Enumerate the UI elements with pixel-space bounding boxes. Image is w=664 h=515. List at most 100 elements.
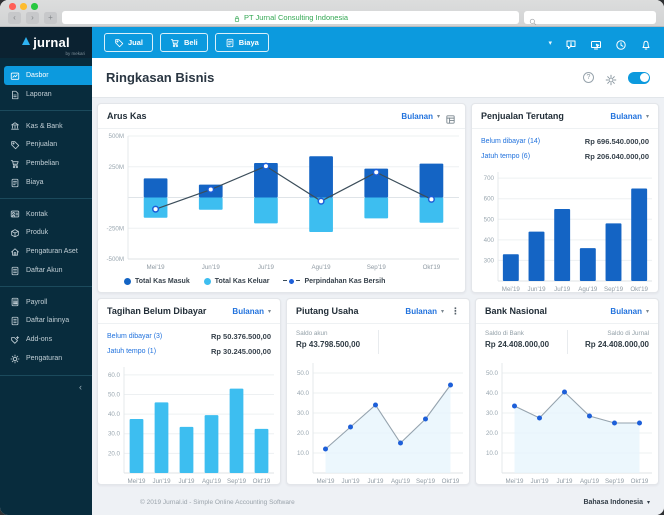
tag-icon xyxy=(114,38,124,48)
period-dropdown[interactable]: Bulanan ▾ xyxy=(405,307,444,316)
svg-text:Agu'19: Agu'19 xyxy=(580,478,600,485)
sidebar-item-label: Kas & Bank xyxy=(26,123,63,130)
balance-label: Saldo di Bank xyxy=(485,330,559,337)
sidebar-item[interactable]: Pengaturan Aset xyxy=(0,242,92,261)
svg-text:Jul'19: Jul'19 xyxy=(557,478,574,485)
jurnal-logo[interactable]: jurnal by mekari xyxy=(0,27,92,58)
screen-share-icon[interactable] xyxy=(590,37,602,49)
product-icon xyxy=(10,228,20,238)
svg-text:Jul'19: Jul'19 xyxy=(554,286,571,293)
svg-text:-500M: -500M xyxy=(106,256,124,263)
close-window-button[interactable] xyxy=(9,3,16,10)
svg-text:30.0: 30.0 xyxy=(108,431,121,438)
sidebar-item-label: Daftar lainnya xyxy=(26,317,69,324)
caret-down-icon: ▾ xyxy=(268,308,271,315)
sidebar-item[interactable]: Daftar lainnya xyxy=(0,311,92,330)
maximize-window-button[interactable] xyxy=(31,3,38,10)
top-app-bar: Jual Beli Biaya ▾ xyxy=(92,27,664,58)
legend-swatch xyxy=(124,278,131,285)
sidebar-collapse-button[interactable]: ‹ xyxy=(0,375,92,392)
card-title: Bank Nasional xyxy=(485,306,547,316)
forward-arrow-icon[interactable]: › xyxy=(26,12,39,24)
quick-action-button[interactable]: Beli xyxy=(160,33,208,52)
sidebar-item[interactable]: Laporan xyxy=(0,85,92,104)
sidebar-item[interactable]: Pengaturan xyxy=(0,349,92,368)
stat-link[interactable]: Belum dibayar (14) xyxy=(481,138,540,145)
svg-text:Agu'19: Agu'19 xyxy=(202,478,222,485)
sidebar-item[interactable]: Pembelian xyxy=(0,154,92,173)
add-tab-icon[interactable]: + xyxy=(44,12,57,24)
sidebar-item[interactable]: Kontak xyxy=(0,198,92,223)
quick-action-button[interactable]: Biaya xyxy=(215,33,269,52)
period-dropdown[interactable]: Bulanan ▾ xyxy=(610,112,649,121)
sidebar-item[interactable]: Add-ons xyxy=(0,330,92,349)
caret-down-icon[interactable]: ▾ xyxy=(548,39,552,47)
sidebar-item[interactable]: Kas & Bank xyxy=(0,110,92,135)
svg-text:Agu'19: Agu'19 xyxy=(312,264,332,271)
gear-icon[interactable] xyxy=(605,72,617,84)
back-arrow-icon[interactable]: ‹ xyxy=(8,12,21,24)
language-selector[interactable]: Bahasa Indonesia ▾ xyxy=(583,499,650,506)
card-tagihan-belum-dibayar: Tagihan Belum Dibayar Bulanan ▾ xyxy=(97,298,281,485)
stat-value: Rp 30.245.000,00 xyxy=(211,347,271,356)
balance-value: Rp 43.798.500,00 xyxy=(296,340,370,349)
balance-block: Saldo di Jurnal Rp 24.408.000,00 xyxy=(576,330,650,354)
kebab-menu-icon[interactable]: ⋮ xyxy=(451,306,460,317)
svg-text:50.0: 50.0 xyxy=(297,370,310,377)
card-arus-kas: Arus Kas Bulanan ▾ 500M250M-250M-500MMei… xyxy=(97,103,466,293)
svg-text:Okt'19: Okt'19 xyxy=(423,264,441,271)
card-title: Arus Kas xyxy=(107,111,147,121)
svg-text:Sep'19: Sep'19 xyxy=(604,286,624,293)
notifications-icon[interactable] xyxy=(640,37,652,49)
dashboard-toggle[interactable] xyxy=(628,72,650,84)
svg-text:Mei'19: Mei'19 xyxy=(502,286,521,293)
svg-text:Okt'19: Okt'19 xyxy=(442,478,460,485)
stat-link[interactable]: Belum dibayar (3) xyxy=(107,333,162,340)
minimize-window-button[interactable] xyxy=(20,3,27,10)
balance-value: Rp 24.408.000,00 xyxy=(576,340,650,349)
svg-text:Jul'19: Jul'19 xyxy=(258,264,275,271)
sidebar-item[interactable]: Dasbor xyxy=(4,66,92,85)
balance-value: Rp 24.408.000,00 xyxy=(485,340,559,349)
address-text: PT Jurnal Consulting Indonesia xyxy=(244,13,348,22)
period-dropdown[interactable]: Bulanan ▾ xyxy=(401,112,440,121)
stat-row: Belum dibayar (14) Rp 696.540.000,00 xyxy=(481,134,649,149)
svg-text:Jun'19: Jun'19 xyxy=(530,478,549,485)
stat-row: Jatuh tempo (1) Rp 30.245.000,00 xyxy=(107,344,271,359)
period-dropdown[interactable]: Bulanan ▾ xyxy=(232,307,271,316)
sidebar-item-label: Pembelian xyxy=(26,160,59,167)
search-input[interactable] xyxy=(524,11,656,24)
tag-icon xyxy=(10,140,20,150)
address-bar[interactable]: PT Jurnal Consulting Indonesia xyxy=(62,11,519,24)
history-icon[interactable] xyxy=(615,37,627,49)
asset-icon xyxy=(10,247,20,257)
piutang-usaha-chart: 50.040.030.020.010.0Mei'19Jun'19Jul'19Ag… xyxy=(287,356,469,484)
svg-text:40.0: 40.0 xyxy=(108,411,121,418)
table-view-icon[interactable] xyxy=(445,111,456,122)
caret-down-icon: ▾ xyxy=(646,308,649,315)
chat-alert-icon[interactable] xyxy=(565,37,577,49)
stat-link[interactable]: Jatuh tempo (1) xyxy=(107,348,156,355)
quick-action-button[interactable]: Jual xyxy=(104,33,153,52)
sidebar-item-label: Payroll xyxy=(26,299,47,306)
svg-text:500M: 500M xyxy=(109,133,124,140)
caret-down-icon: ▾ xyxy=(441,308,444,315)
page-footer: © 2019 Jurnal.id - Simple Online Account… xyxy=(92,490,664,515)
sidebar-item[interactable]: Produk xyxy=(0,223,92,242)
sidebar-item[interactable]: Daftar Akun xyxy=(0,261,92,280)
browser-chrome: ‹ › + PT Jurnal Consulting Indonesia xyxy=(0,0,664,27)
balance-label: Saldo di Jurnal xyxy=(576,330,650,337)
expense-icon xyxy=(225,38,235,48)
report-icon xyxy=(10,90,20,100)
svg-text:250M: 250M xyxy=(109,164,124,171)
period-dropdown[interactable]: Bulanan ▾ xyxy=(610,307,649,316)
sidebar-item[interactable]: Payroll xyxy=(0,286,92,311)
sidebar-item[interactable]: Biaya xyxy=(0,173,92,192)
svg-text:-250M: -250M xyxy=(106,225,124,232)
page-title: Ringkasan Bisnis xyxy=(106,70,214,85)
svg-text:Jun'19: Jun'19 xyxy=(527,286,546,293)
sidebar-item[interactable]: Penjualan xyxy=(0,135,92,154)
help-icon[interactable]: ? xyxy=(583,72,594,83)
addons-icon xyxy=(10,335,20,345)
stat-link[interactable]: Jatuh tempo (6) xyxy=(481,153,530,160)
